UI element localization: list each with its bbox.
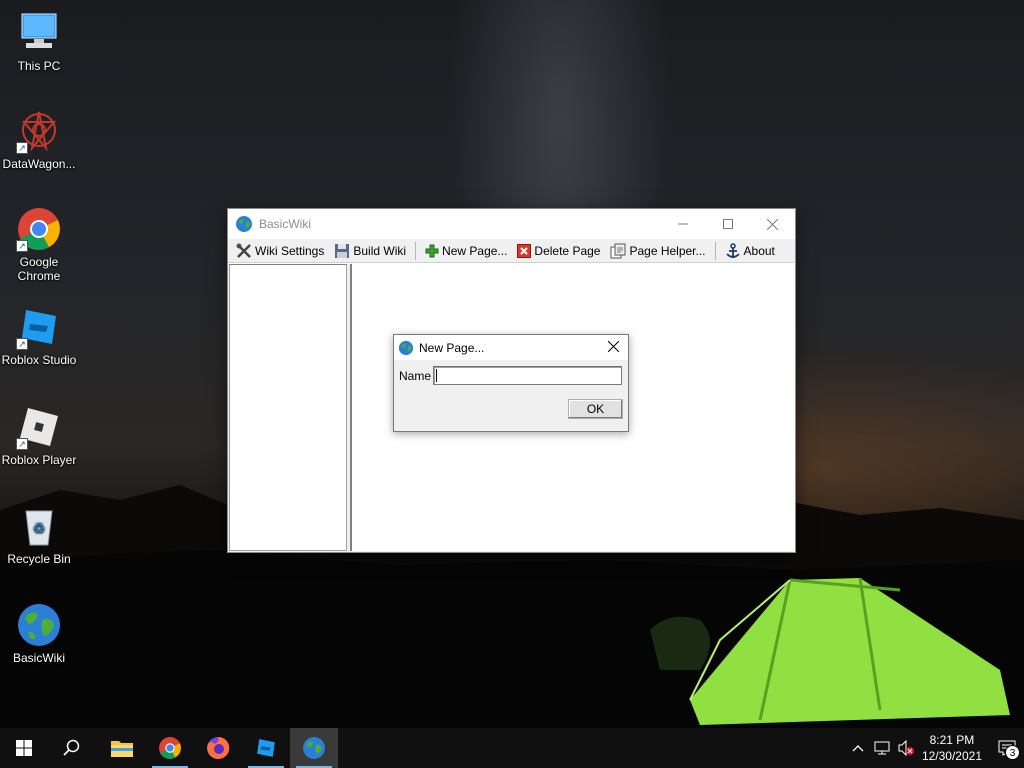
close-button[interactable] — [750, 209, 795, 239]
dialog-title: New Page... — [419, 340, 485, 355]
window-titlebar[interactable]: BasicWiki — [228, 209, 795, 239]
desktop-icon-this-pc[interactable]: This PC — [0, 10, 78, 73]
toolbar-separator — [415, 241, 417, 260]
toolbar: Wiki Settings Build Wiki New Page... Del… — [228, 239, 795, 263]
firefox-icon — [207, 736, 230, 759]
delete-page-button[interactable]: Delete Page — [512, 240, 605, 262]
shortcut-arrow-icon: ↗ — [16, 338, 28, 350]
minimize-icon — [677, 223, 688, 225]
notification-count-badge: 3 — [1005, 745, 1020, 760]
desktop-icon-recycle-bin[interactable]: ♻ Recycle Bin — [0, 503, 78, 566]
name-label: Name — [399, 368, 432, 383]
about-label: About — [743, 243, 775, 258]
close-icon — [767, 218, 778, 230]
datawagon-icon: ↗ — [16, 108, 62, 154]
wiki-settings-label: Wiki Settings — [255, 243, 325, 258]
taskbar-basicwiki[interactable] — [290, 728, 338, 768]
desktop-icon-roblox-player[interactable]: ↗ Roblox Player — [0, 404, 78, 467]
svg-text:♻: ♻ — [33, 520, 46, 536]
desktop-icon-datawagon[interactable]: ↗ DataWagon... — [0, 108, 78, 171]
taskbar-file-explorer[interactable] — [98, 728, 146, 768]
dialog-close-button[interactable] — [598, 339, 628, 356]
volume-button[interactable] — [894, 740, 918, 756]
start-button[interactable] — [0, 728, 48, 768]
wiki-settings-button[interactable]: Wiki Settings — [231, 240, 329, 262]
basicwiki-icon — [303, 737, 325, 759]
recycle-bin-icon: ♻ — [16, 503, 62, 549]
text-caret — [436, 369, 438, 382]
name-row: Name — [394, 360, 628, 385]
minimize-button[interactable] — [660, 209, 705, 239]
delete-icon — [517, 243, 532, 258]
action-center-button[interactable]: 3 — [990, 740, 1024, 760]
desktop-icon-label: Roblox Player — [1, 453, 77, 467]
clock[interactable]: 8:21 PM 12/30/2021 — [922, 732, 982, 764]
about-button[interactable]: About — [720, 240, 780, 262]
taskbar-firefox[interactable] — [194, 728, 242, 768]
globe-icon — [16, 602, 62, 648]
page-helper-icon — [610, 243, 626, 258]
desktop-icon-label: BasicWiki — [12, 651, 65, 665]
page-list-pane[interactable] — [229, 264, 347, 551]
anchor-icon — [725, 242, 740, 258]
roblox-studio-icon: ↗ — [16, 304, 62, 350]
show-hidden-icons-button[interactable] — [846, 744, 870, 752]
roblox-player-icon: ↗ — [16, 404, 62, 450]
new-page-button[interactable]: New Page... — [420, 240, 512, 262]
chevron-up-icon — [852, 745, 864, 752]
close-icon — [607, 340, 619, 353]
tools-icon — [236, 243, 251, 258]
globe-icon — [236, 216, 252, 232]
delete-page-label: Delete Page — [534, 243, 601, 258]
desktop-icon-label: Roblox Studio — [1, 353, 77, 367]
ok-button[interactable]: OK — [568, 399, 623, 419]
shortcut-arrow-icon: ↗ — [16, 142, 28, 154]
volume-muted-icon — [898, 740, 914, 756]
start-icon — [16, 740, 32, 756]
clock-time: 8:21 PM — [929, 733, 975, 747]
chrome-icon — [159, 737, 181, 759]
save-icon — [335, 243, 350, 258]
desktop-icon-roblox-studio[interactable]: ↗ Roblox Studio — [0, 304, 78, 367]
build-wiki-label: Build Wiki — [353, 243, 407, 258]
page-helper-label: Page Helper... — [629, 243, 706, 258]
page-helper-button[interactable]: Page Helper... — [605, 240, 710, 262]
network-icon — [874, 741, 890, 755]
network-button[interactable] — [870, 741, 894, 755]
plus-icon — [425, 244, 439, 257]
desktop-icon-label: DataWagon... — [2, 157, 76, 171]
window-title: BasicWiki — [259, 217, 312, 231]
maximize-button[interactable] — [705, 209, 750, 239]
search-icon — [63, 739, 80, 756]
desktop-icon-label: Google Chrome — [17, 255, 61, 283]
maximize-icon — [722, 219, 733, 229]
clock-date: 12/30/2021 — [921, 749, 982, 763]
search-button[interactable] — [48, 728, 96, 768]
new-page-label: New Page... — [442, 243, 508, 258]
system-tray: 8:21 PM 12/30/2021 3 — [846, 728, 1024, 768]
dialog-titlebar[interactable]: New Page... — [394, 335, 628, 360]
shortcut-arrow-icon: ↗ — [16, 438, 28, 450]
file-explorer-icon — [111, 741, 133, 757]
shortcut-arrow-icon: ↗ — [16, 240, 28, 252]
desktop-icon-basicwiki[interactable]: BasicWiki — [0, 602, 78, 665]
build-wiki-button[interactable]: Build Wiki — [329, 240, 411, 262]
taskbar-roblox-studio[interactable] — [242, 728, 290, 768]
roblox-studio-icon — [257, 739, 275, 757]
toolbar-separator — [714, 241, 716, 260]
chrome-icon: ↗ — [16, 206, 62, 252]
new-page-dialog: New Page... Name OK — [393, 334, 629, 432]
name-input[interactable] — [433, 366, 622, 385]
desktop-icon-label: This PC — [17, 59, 61, 73]
desktop-icon-label: Recycle Bin — [7, 552, 71, 566]
taskbar: 8:21 PM 12/30/2021 3 — [0, 728, 1024, 768]
globe-icon — [398, 340, 414, 355]
taskbar-chrome[interactable] — [146, 728, 194, 768]
computer-icon — [16, 10, 62, 56]
desktop-icon-google-chrome[interactable]: ↗ Google Chrome — [0, 206, 78, 283]
